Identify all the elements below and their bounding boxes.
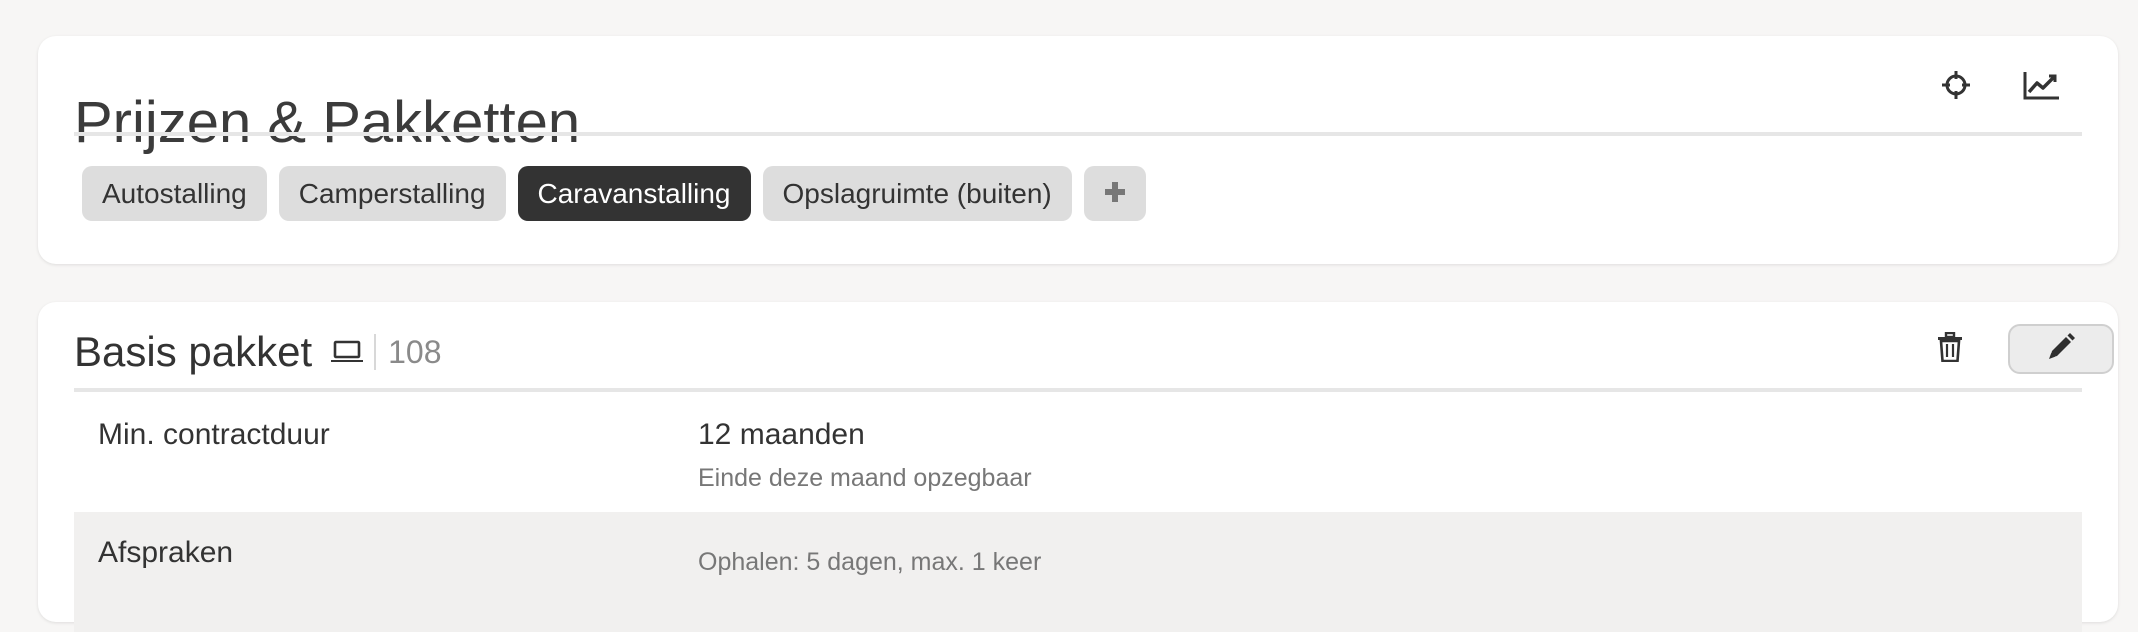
category-tabs: Autostalling Camperstalling Caravanstall… (82, 166, 1146, 221)
title-divider (74, 132, 2082, 136)
detail-row-afspraken: Afspraken Ophalen: 5 dagen, max. 1 keer (74, 512, 2082, 632)
row-subtext: Ophalen: 5 dagen, max. 1 keer (698, 548, 1042, 576)
prices-header-card: Prijzen & Pakketten Autostalling Campers… (38, 36, 2118, 264)
package-card: Basis pakket 108 Min. contractduur 12 ma… (38, 302, 2118, 632)
statistics-button[interactable] (2014, 62, 2070, 112)
row-label: Min. contractduur (98, 418, 330, 451)
package-count: 108 (388, 333, 442, 370)
page-title: Prijzen & Pakketten (74, 90, 581, 155)
add-category-button[interactable] (1083, 166, 1146, 221)
tab-camperstalling[interactable]: Camperstalling (278, 166, 506, 221)
locate-button[interactable] (1928, 62, 1984, 112)
row-label: Afspraken (98, 536, 234, 569)
row-value: 12 maanden (698, 418, 865, 451)
pencil-icon (2046, 332, 2076, 367)
crosshair-icon (1941, 70, 1971, 105)
tab-opslagruimte-buiten[interactable]: Opslagruimte (buiten) (762, 166, 1072, 221)
delete-package-button[interactable] (1922, 324, 1978, 374)
title-separator (374, 334, 377, 370)
plus-icon (1104, 178, 1126, 210)
row-subtext: Einde deze maand opzegbaar (698, 464, 1032, 492)
package-header: Basis pakket 108 (74, 326, 442, 378)
laptop-icon (330, 339, 364, 365)
package-title: Basis pakket (74, 328, 313, 375)
line-chart-icon (2023, 70, 2061, 105)
trash-icon (1937, 331, 1963, 367)
detail-row-contract: Min. contractduur 12 maanden Einde deze … (74, 392, 2082, 512)
tab-caravanstalling[interactable]: Caravanstalling (517, 166, 751, 221)
edit-package-button[interactable] (2008, 324, 2114, 374)
tab-autostalling[interactable]: Autostalling (82, 166, 267, 221)
